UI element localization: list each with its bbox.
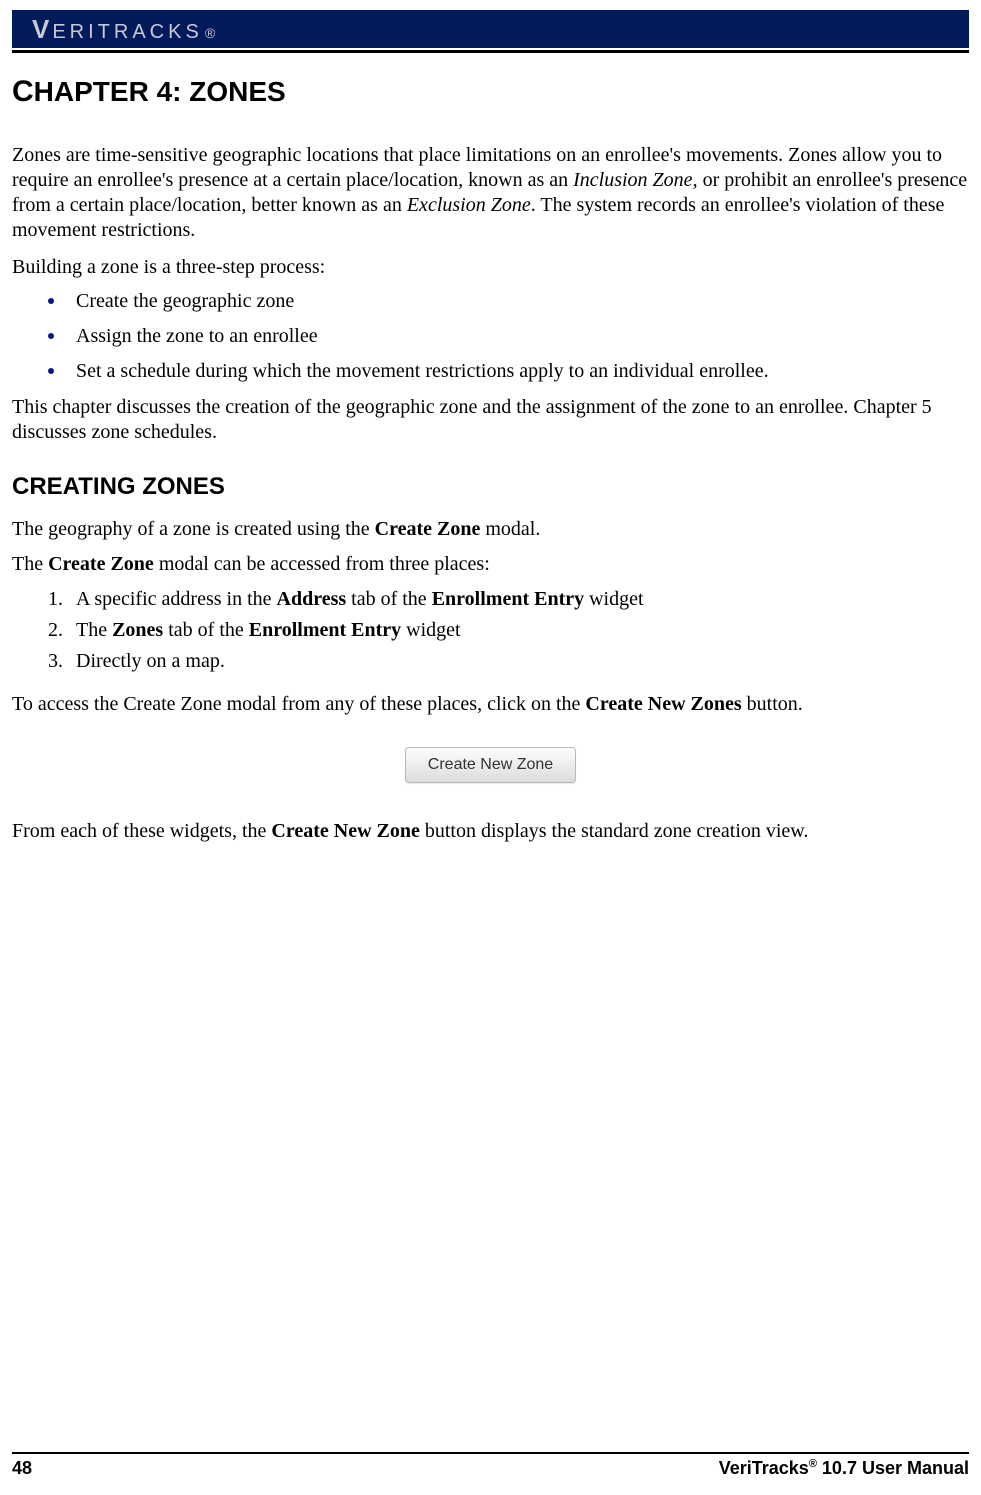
list-item: Create the geographic zone (12, 290, 969, 313)
brand-rest: ERITRACKS (52, 21, 202, 44)
h2-a: C (12, 473, 29, 500)
p6-c: button. (742, 693, 803, 715)
bullet-icon (48, 368, 54, 374)
n1-e: widget (584, 588, 643, 610)
page-number: 48 (12, 1458, 32, 1479)
n1-a: A specific address in the (76, 588, 277, 610)
bullet-list: Create the geographic zone Assign the zo… (12, 290, 969, 383)
p4: The geography of a zone is created using… (12, 517, 969, 542)
list-item: Assign the zone to an enrollee (12, 325, 969, 348)
intro-paragraph: Zones are time-sensitive geographic loca… (12, 143, 969, 243)
registered-icon: ® (205, 25, 218, 41)
title-cap1: C (12, 75, 34, 108)
title-end: ONES (206, 76, 285, 107)
brand-logo: VERITRACKS® (32, 14, 218, 45)
button-figure: Create New Zone (12, 747, 969, 783)
header-rule (12, 50, 969, 53)
bullet-text-1: Assign the zone to an enrollee (76, 325, 318, 348)
n1-c: tab of the (346, 588, 432, 610)
brand-v: V (32, 14, 52, 45)
list-item: The Zones tab of the Enrollment Entry wi… (12, 618, 969, 643)
title-mid: HAPTER 4: Z (34, 76, 207, 107)
p4-c: modal. (480, 518, 540, 540)
n2-a: The (76, 619, 112, 641)
numbered-list: A specific address in the Address tab of… (12, 587, 969, 674)
n2-d: Enrollment Entry (249, 619, 401, 641)
p7: From each of these widgets, the Create N… (12, 819, 969, 844)
p7-a: From each of these widgets, the (12, 820, 271, 842)
p6-a: To access the Create Zone modal from any… (12, 693, 585, 715)
n2-c: tab of the (163, 619, 249, 641)
p5: The Create Zone modal can be accessed fr… (12, 552, 969, 577)
n1-d: Enrollment Entry (432, 588, 584, 610)
p4-b: Create Zone (375, 518, 481, 540)
footer-manual: 10.7 User Manual (817, 1458, 969, 1478)
h2-c: ONES (157, 473, 225, 500)
n1-b: Address (277, 588, 347, 610)
header-bar: VERITRACKS® (12, 10, 969, 48)
footer-brand: VeriTracks (719, 1458, 809, 1478)
page-footer: 48 VeriTracks® 10.7 User Manual (12, 1452, 969, 1479)
p1-em1: Inclusion Zone (573, 169, 692, 191)
building-intro: Building a zone is a three-step process: (12, 255, 969, 280)
p5-c: modal can be accessed from three places: (154, 553, 490, 575)
list-item: A specific address in the Address tab of… (12, 587, 969, 612)
n3: Directly on a map. (76, 649, 225, 674)
p6-b: Create New Zones (585, 693, 741, 715)
list-item: Directly on a map. (12, 649, 969, 674)
chapter-summary: This chapter discusses the creation of t… (12, 395, 969, 445)
p5-b: Create Zone (48, 553, 154, 575)
n2-e: widget (401, 619, 460, 641)
bullet-text-2: Set a schedule during which the movement… (76, 360, 769, 383)
n2-b: Zones (112, 619, 163, 641)
create-new-zone-button[interactable]: Create New Zone (405, 747, 576, 783)
chapter-title: CHAPTER 4: ZONES (12, 75, 969, 109)
h2-b: REATING Z (29, 473, 157, 500)
footer-right: VeriTracks® 10.7 User Manual (719, 1458, 969, 1479)
p1-em2: Exclusion Zone (407, 194, 531, 216)
footer-rule (12, 1452, 969, 1454)
p6: To access the Create Zone modal from any… (12, 692, 969, 717)
p7-c: button displays the standard zone creati… (420, 820, 809, 842)
bullet-text-0: Create the geographic zone (76, 290, 294, 313)
p4-a: The geography of a zone is created using… (12, 518, 375, 540)
bullet-icon (48, 333, 54, 339)
p7-b: Create New Zone (271, 820, 419, 842)
footer-reg-icon: ® (809, 1458, 817, 1470)
list-item: Set a schedule during which the movement… (12, 360, 969, 383)
bullet-icon (48, 298, 54, 304)
p5-a: The (12, 553, 48, 575)
section-title-creating-zones: CREATING ZONES (12, 473, 969, 501)
